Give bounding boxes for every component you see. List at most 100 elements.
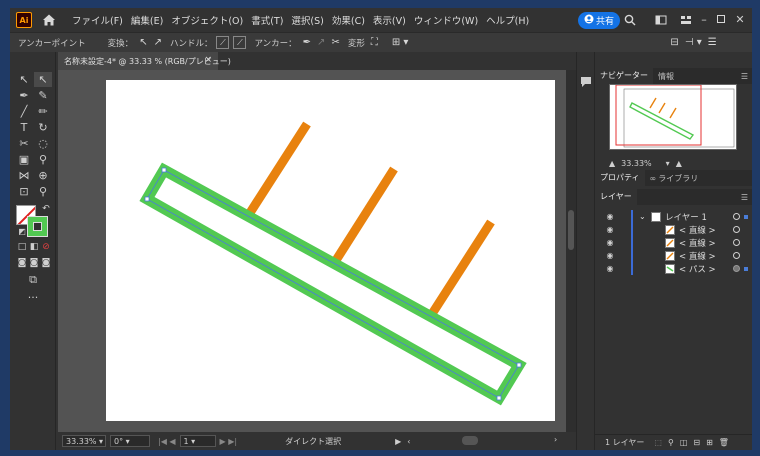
zoom-field[interactable]: 33.33% ▾ [62,435,106,447]
tab-libraries-icon[interactable]: ∞ [645,174,657,183]
navigator-zoom-value[interactable]: 33.33% [621,159,652,168]
more-tools-icon[interactable]: ··· [24,290,42,305]
pencil-tool-icon[interactable]: ✏ [34,104,52,119]
close-icon[interactable]: ✕ [734,14,746,26]
tab-navigator[interactable]: ナビゲーター [595,68,653,84]
expand-chevron-icon[interactable]: ⌄ [639,212,646,221]
rotate-tool-icon[interactable]: ↻ [34,120,52,135]
vertical-scrollbar[interactable] [566,70,576,432]
convert-smooth-icon[interactable]: ↗ [154,37,162,48]
menu-item[interactable]: 書式(T) [247,13,287,27]
visibility-eye-icon[interactable]: ◉ [605,251,615,260]
visibility-eye-icon[interactable]: ◉ [605,212,615,221]
navigator-menu-icon[interactable]: ☰ [736,72,752,81]
artboard-number-field[interactable]: 1 ▾ [179,435,216,447]
hscroll-thumb[interactable] [462,436,478,445]
align-icon[interactable]: ⊟ [670,37,678,48]
new-layer-icon[interactable]: ⊞ [706,438,713,447]
canvas-area[interactable] [58,70,566,432]
none-mode-icon[interactable]: ⊘ [37,240,55,255]
scissors-tool-icon[interactable]: ✂ [15,136,33,151]
default-colors-icon[interactable]: ◩ [13,224,31,239]
target-circle-icon[interactable] [733,252,740,259]
rotation-field[interactable]: 0° ▾ [110,435,150,447]
lasso-tool-icon[interactable]: ◌ [34,136,52,151]
target-circle-icon[interactable] [733,265,740,272]
tab-libraries[interactable]: ライブラリ [656,173,703,184]
selection-square[interactable] [744,214,748,219]
layer-row[interactable]: ◉ < 直線 > [595,236,752,249]
layer-name[interactable]: < パス > [679,263,716,275]
menu-item[interactable]: 表示(V) [369,13,410,27]
tab-properties[interactable]: プロパティ [595,170,645,186]
clipping-mask-icon[interactable]: ◫ [680,438,688,447]
menu-item[interactable]: オブジェクト(O) [167,13,247,27]
arrange-icon[interactable] [680,14,692,26]
curvature-tool-icon[interactable]: ✎ [34,88,52,103]
transform-icon[interactable]: ⛶ [371,37,378,48]
target-circle-icon[interactable] [733,213,740,220]
layer-name[interactable]: レイヤー 1 [665,211,707,223]
first-artboard-icon[interactable]: |◀ ◀ [158,437,176,446]
close-tab-icon[interactable]: × [204,55,212,65]
layer-row[interactable]: ◉ < 直線 > [595,249,752,262]
delete-layer-icon[interactable]: 🗑 [719,438,729,447]
show-handles-icon[interactable]: ⟋ [216,36,230,49]
zoom-tool-icon[interactable]: ⚲ [34,184,52,199]
hide-handles-icon[interactable]: ⟋ [233,36,247,49]
layer-name[interactable]: < 直線 > [679,237,716,249]
cut-path-icon[interactable]: ✂ [331,37,339,48]
menu-item[interactable]: 効果(C) [328,13,369,27]
remove-anchor-icon[interactable]: ✒ [303,37,311,48]
vscroll-thumb[interactable] [568,210,574,250]
status-menu-icon[interactable]: ▶ [395,437,401,446]
home-icon[interactable] [42,13,56,27]
target-circle-icon[interactable] [733,226,740,233]
layer-name[interactable]: < 直線 > [679,250,716,262]
pen-tool-icon[interactable]: ✒ [15,88,33,103]
layer-row[interactable]: ◉ < 直線 > [595,223,752,236]
menu-item[interactable]: ファイル(F) [68,13,127,27]
line-tool-icon[interactable]: ╱ [15,104,33,119]
target-circle-icon[interactable] [733,239,740,246]
direct-selection-tool-icon[interactable]: ↖ [34,72,52,87]
menu-item[interactable]: ヘルプ(H) [482,13,533,27]
layer-name[interactable]: < 直線 > [679,224,716,236]
zoom-out-icon[interactable]: ▲ [609,159,615,168]
last-artboard-icon[interactable]: ▶ ▶| [220,437,238,446]
convert-corner-icon[interactable]: ↖ [139,37,147,48]
tab-layers[interactable]: レイヤー [595,189,637,205]
menu-item[interactable]: ウィンドウ(W) [410,13,482,27]
visibility-eye-icon[interactable]: ◉ [605,225,615,234]
hscroll-right-icon[interactable]: › [554,435,557,444]
visibility-eye-icon[interactable]: ◉ [605,238,615,247]
menu-item[interactable]: 選択(S) [287,13,327,27]
new-sublayer-icon[interactable]: ⊟ [693,438,700,447]
swap-fill-stroke-icon[interactable]: ↶ [37,202,55,217]
draw-inside-icon[interactable]: ◙ [37,256,55,271]
layer-row[interactable]: ◉ < パス > [595,262,752,275]
gradient-tool-icon[interactable]: ▣ [15,152,33,167]
properties-icon[interactable]: ⊣ ▾ [685,37,702,48]
hscroll-left-icon[interactable]: ‹ [407,437,410,446]
screen-mode-icon[interactable]: ⧉ [24,272,42,287]
workspace-icon[interactable] [655,14,667,26]
tab-info[interactable]: 情報 [653,71,679,82]
document-tab[interactable]: 名称未設定-4* @ 33.33 % (RGB/プレビュー) × [58,52,231,70]
navigator-zoom-dropdown-icon[interactable]: ▾ [666,159,670,168]
selection-square[interactable] [744,266,748,271]
navigator-preview[interactable] [609,84,737,150]
shape-builder-tool-icon[interactable]: ⊕ [34,168,52,183]
panel-menu-icon[interactable]: ☰ [708,37,717,48]
layers-menu-icon[interactable]: ☰ [736,193,752,202]
artboard-tool-icon[interactable]: ⊡ [15,184,33,199]
artboard[interactable] [106,80,555,421]
maximize-icon[interactable] [715,14,727,26]
isolate-icon[interactable]: ⊞ ▾ [392,37,409,48]
layer-row[interactable]: ◉ ⌄ レイヤー 1 [595,210,752,223]
minimize-icon[interactable]: – [698,14,710,26]
menu-item[interactable]: 編集(E) [127,13,167,27]
share-button[interactable]: 共有 [578,12,620,29]
export-icon[interactable]: ⬚ [654,438,662,447]
locate-object-icon[interactable]: ⚲ [668,438,674,447]
